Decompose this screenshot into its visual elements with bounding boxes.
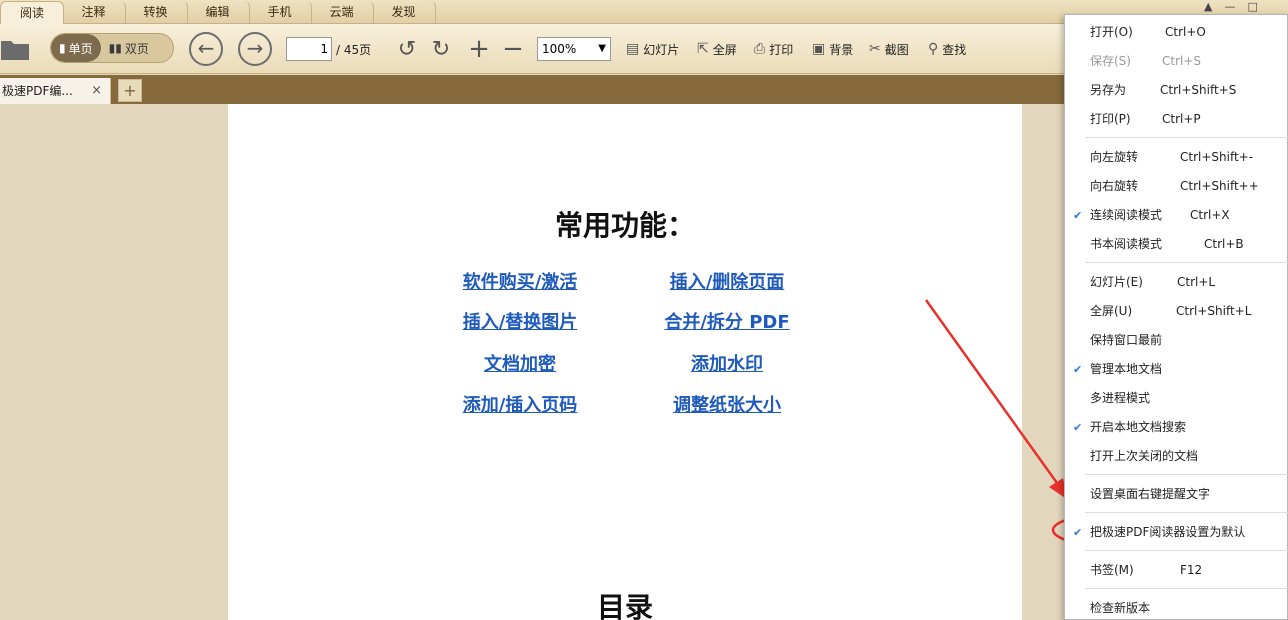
page-total: / 45页 (336, 42, 372, 57)
rotate-left-icon[interactable]: ↺ (394, 24, 420, 74)
rotate-right-icon[interactable]: ↻ (428, 24, 454, 74)
menu-item-rotate-right[interactable]: 向右旋转 Ctrl+Shift++ (1065, 172, 1288, 201)
menu-item-local-search[interactable]: ✔ 开启本地文档搜索 (1065, 413, 1288, 442)
menu-separator (1085, 474, 1288, 475)
next-page-button[interactable]: → (236, 24, 274, 74)
background-icon: ▣ (812, 41, 826, 57)
menu-item-save-as[interactable]: 另存为 Ctrl+Shift+S (1065, 76, 1288, 105)
printer-icon: ⎙ (754, 41, 766, 57)
checkmark-icon: ✔ (1073, 526, 1083, 539)
toc-title: 目录 (596, 591, 653, 620)
link-paper-size[interactable]: 调整纸张大小 (627, 391, 827, 417)
menu-separator (1085, 262, 1288, 263)
projector-icon: ▤ (626, 41, 640, 57)
single-page-icon: ▮ (59, 41, 66, 55)
zoom-out-icon[interactable]: − (500, 24, 526, 74)
menu-separator (1085, 137, 1288, 138)
tab-discover[interactable]: 发现 (372, 1, 436, 24)
link-page-numbers[interactable]: 添加/插入页码 (420, 391, 620, 417)
link-purchase-activate[interactable]: 软件购买/激活 (420, 268, 620, 294)
tab-annotate[interactable]: 注释 (62, 1, 126, 24)
link-insert-replace-image[interactable]: 插入/替换图片 (420, 308, 620, 334)
menu-item-rotate-left[interactable]: 向左旋转 Ctrl+Shift+- (1065, 143, 1288, 172)
prev-page-button[interactable]: ← (187, 24, 225, 74)
checkmark-icon: ✔ (1073, 421, 1083, 434)
menu-item-save[interactable]: 保存(S) Ctrl+S (1065, 47, 1288, 76)
link-merge-split-pdf[interactable]: 合并/拆分 PDF (627, 308, 827, 334)
menu-item-check-update[interactable]: 检查新版本 (1065, 594, 1288, 620)
window-controls: ▲ — □ (1200, 0, 1288, 14)
find-button[interactable]: ⚲ 查找 (928, 39, 966, 59)
menu-item-fullscreen[interactable]: 全屏(U) Ctrl+Shift+L (1065, 297, 1288, 326)
minimize-icon[interactable]: — (1224, 0, 1235, 14)
slideshow-button[interactable]: ▤ 幻灯片 (626, 39, 679, 59)
link-insert-delete-pages[interactable]: 插入/删除页面 (627, 268, 827, 294)
screenshot-button[interactable]: ✂ 截图 (869, 39, 909, 59)
close-icon[interactable]: × (91, 78, 102, 104)
background-button[interactable]: ▣ 背景 (812, 39, 853, 59)
tab-edit[interactable]: 编辑 (186, 1, 250, 24)
menu-item-book-mode[interactable]: 书本阅读模式 Ctrl+B (1065, 230, 1288, 259)
checkmark-icon: ✔ (1073, 209, 1083, 222)
document-tab[interactable]: 极速PDF编... × (0, 78, 111, 104)
new-tab-button[interactable]: + (118, 79, 142, 102)
checkmark-icon: ✔ (1073, 363, 1083, 376)
context-menu: 打开(O) Ctrl+O 保存(S) Ctrl+S 另存为 Ctrl+Shift+S … (1064, 14, 1288, 620)
menu-separator (1085, 588, 1288, 589)
link-watermark[interactable]: 添加水印 (627, 350, 827, 376)
menu-item-multi-process[interactable]: 多进程模式 (1065, 384, 1288, 413)
menu-item-set-default[interactable]: ✔ 把极速PDF阅读器设置为默认 (1065, 518, 1288, 547)
tab-mobile[interactable]: 手机 (248, 1, 312, 24)
menu-item-continuous-mode[interactable]: ✔ 连续阅读模式 Ctrl+X (1065, 201, 1288, 230)
fullscreen-button[interactable]: ⇱ 全屏 (697, 39, 737, 59)
menu-item-reopen-closed[interactable]: 打开上次关闭的文档 (1065, 442, 1288, 471)
shirt-icon[interactable]: ▲ (1204, 0, 1212, 14)
zoom-select[interactable]: 100% ▼ (537, 37, 611, 61)
chevron-down-icon: ▼ (598, 43, 606, 54)
menu-separator (1085, 550, 1288, 551)
maximize-icon[interactable]: □ (1247, 0, 1257, 14)
double-page-button[interactable]: ▮▮ 双页 (101, 34, 157, 62)
arrow-left-icon: ← (189, 32, 223, 66)
scissors-icon: ✂ (869, 41, 881, 57)
tab-cloud[interactable]: 云端 (310, 1, 374, 24)
menu-item-print[interactable]: 打印(P) Ctrl+P (1065, 105, 1288, 134)
menu-separator (1085, 512, 1288, 513)
single-page-button[interactable]: ▮ 单页 (51, 34, 101, 62)
menu-item-slideshow[interactable]: 幻灯片(E) Ctrl+L (1065, 268, 1288, 297)
menu-item-always-on-top[interactable]: 保持窗口最前 (1065, 326, 1288, 355)
pdf-page: 常用功能： 软件购买/激活 插入/删除页面 插入/替换图片 合并/拆分 PDF … (228, 104, 1022, 620)
tab-read[interactable]: 阅读 (0, 1, 64, 24)
arrow-right-icon: → (238, 32, 272, 66)
tab-convert[interactable]: 转换 (124, 1, 188, 24)
page-mode-toggle: ▮ 单页 ▮▮ 双页 (50, 33, 174, 63)
menu-item-bookmarks[interactable]: 书签(M) F12 (1065, 556, 1288, 585)
menu-item-manage-local-docs[interactable]: ✔ 管理本地文档 (1065, 355, 1288, 384)
link-encrypt[interactable]: 文档加密 (420, 350, 620, 376)
menu-item-open[interactable]: 打开(O) Ctrl+O (1065, 18, 1288, 47)
page-title: 常用功能： (554, 209, 695, 242)
print-button[interactable]: ⎙ 打印 (754, 39, 793, 59)
fullscreen-icon: ⇱ (697, 41, 709, 57)
zoom-in-icon[interactable]: + (466, 24, 492, 74)
folder-icon[interactable] (0, 24, 30, 74)
page-number-input[interactable]: 1 (286, 37, 332, 61)
search-icon: ⚲ (928, 41, 939, 57)
menu-item-desktop-reminder[interactable]: 设置桌面右键提醒文字 (1065, 480, 1288, 509)
double-page-icon: ▮▮ (108, 41, 122, 55)
